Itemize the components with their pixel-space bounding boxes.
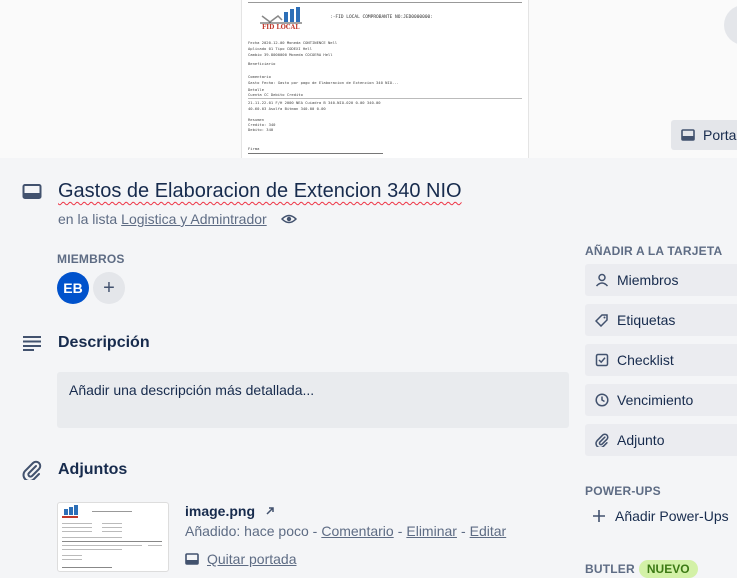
person-icon [595, 273, 609, 287]
card-title[interactable]: Gastos de Elaboracion de Extencion 340 N… [58, 180, 462, 203]
attachments-header: Adjuntos [22, 460, 127, 480]
doc-row: Cambio 39.8000000 Moneda COCOERA Hell [248, 52, 333, 57]
doc-row: Aplicado 01 Tipo CODEXI Hell [248, 46, 313, 51]
sidebar-checklist-button[interactable]: Checklist [585, 344, 737, 376]
divider [248, 2, 522, 3]
thumbnail-preview-icon [62, 505, 162, 568]
butler-label: BUTLER [585, 562, 635, 576]
card-icon [22, 183, 42, 199]
add-to-card-label: AÑADIR A LA TARJETA [585, 244, 723, 258]
sidebar-attachment-button[interactable]: Adjunto [585, 424, 737, 456]
cover-button-label: Porta [703, 127, 737, 143]
attachment-name-row: image.png [185, 503, 275, 519]
sidebar-due-date-button[interactable]: Vencimiento [585, 384, 737, 416]
doc-row: Comentario [248, 74, 271, 79]
eye-icon[interactable] [280, 213, 297, 225]
doc-row: 40-60-03 Asolfa Bitman 340.00 0.00 [248, 106, 326, 111]
delete-link[interactable]: Eliminar [406, 523, 457, 539]
checkbox-icon [595, 353, 609, 367]
attachment-name[interactable]: image.png [185, 503, 255, 519]
doc-row: Fecha 2020-12-00 Moneda CONTINENCE Nell [248, 40, 338, 45]
attachment-added: Añadido: hace poco - [185, 523, 318, 539]
add-member-button[interactable]: + [93, 272, 125, 304]
cover-doc-title: :-FID LOCAL COMPROBANTE NO:JED0000000: [330, 15, 433, 20]
plus-icon [593, 510, 605, 522]
doc-row: Firma [248, 146, 260, 151]
card-list-line: en la lista Logistica y Admintrador [58, 211, 297, 227]
in-list-prefix: en la lista [58, 211, 118, 227]
comment-link[interactable]: Comentario [321, 523, 393, 539]
description-title: Descripción [58, 334, 150, 351]
card-header: Gastos de Elaboracion de Extencion 340 N… [22, 180, 462, 203]
attachments-title: Adjuntos [58, 461, 128, 478]
sidebar-labels-label: Etiquetas [617, 312, 676, 328]
members-label: MIEMBROS [57, 252, 125, 266]
remove-cover-row: Quitar portada [185, 551, 297, 567]
avatar[interactable]: EB [57, 272, 89, 304]
sidebar-due-date-label: Vencimiento [617, 392, 694, 408]
cover-document-image: FID LOCAL :-FID LOCAL COMPROBANTE NO:JED… [241, 0, 529, 158]
add-powerups-button[interactable]: Añadir Power-Ups [585, 508, 729, 524]
tag-icon [595, 314, 608, 327]
doc-row: Gasto Fecha: Gasto por pago de Elaboraci… [248, 80, 399, 85]
card-cover: FID LOCAL :-FID LOCAL COMPROBANTE NO:JED… [0, 0, 737, 158]
paperclip-icon [22, 460, 42, 480]
sidebar-attachment-label: Adjunto [617, 432, 665, 448]
signature-line [248, 153, 383, 154]
powerups-label: POWER-UPS [585, 484, 661, 498]
card-icon [185, 553, 199, 565]
sidebar-labels-button[interactable]: Etiquetas [585, 304, 737, 336]
edit-link[interactable]: Editar [470, 523, 507, 539]
sidebar-checklist-label: Checklist [617, 352, 674, 368]
attachment-thumbnail[interactable] [57, 502, 169, 572]
separator: - [460, 523, 466, 539]
paperclip-icon [595, 433, 609, 447]
doc-row: 21-11-22-01 F/H 2000 NEA Cuiadra B 340-N… [248, 100, 381, 105]
sidebar-members-label: Miembros [617, 272, 679, 288]
cover-button[interactable]: Porta [671, 120, 737, 150]
cover-logo-text: FID LOCAL [262, 24, 300, 31]
close-button[interactable] [724, 5, 737, 45]
doc-row: Beneficiario [248, 61, 276, 66]
divider [248, 98, 522, 99]
new-badge: NUEVO [638, 560, 698, 578]
butler-header: BUTLER NUEVO [585, 560, 698, 578]
separator: - [397, 523, 403, 539]
remove-cover-link[interactable]: Quitar portada [207, 551, 297, 567]
add-powerups-label: Añadir Power-Ups [615, 508, 729, 524]
clock-icon [595, 393, 609, 407]
card-icon [681, 129, 695, 141]
description-header: Descripción [22, 334, 150, 352]
sidebar-members-button[interactable]: Miembros [585, 264, 737, 296]
description-icon [23, 336, 41, 351]
attachment-meta: Añadido: hace poco - Comentario - Elimin… [185, 523, 506, 539]
doc-row: Debito: 340 [248, 127, 274, 132]
external-link-icon[interactable] [265, 506, 275, 516]
description-input[interactable]: Añadir una descripción más detallada... [57, 372, 569, 428]
list-link[interactable]: Logistica y Admintrador [121, 211, 267, 227]
doc-row: Cuenta CC Debito Credito [248, 92, 303, 97]
